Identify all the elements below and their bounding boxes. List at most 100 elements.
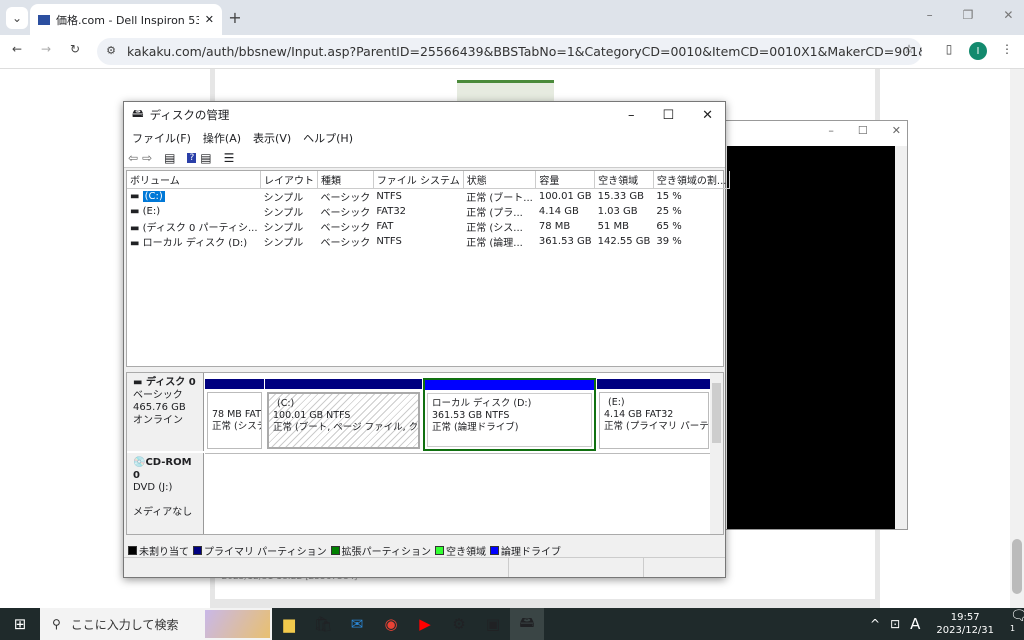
search-placeholder: ここに入力して検索 — [70, 617, 179, 632]
start-button[interactable]: ⊞ — [0, 608, 40, 640]
console-window[interactable]: – ☐ ✕ — [720, 120, 908, 530]
menu-view[interactable]: 表示(V) — [253, 130, 291, 146]
table-row[interactable]: ▬ (ディスク 0 パーティシ... シンプル ベーシック FAT 正常 (シス... 7… — [127, 219, 730, 234]
properties-icon[interactable]: ☰ — [224, 151, 235, 165]
bookmark-star-icon[interactable]: ☆ — [900, 42, 918, 56]
volume-icon: ▬ — [130, 191, 143, 202]
volume-icon: ▬ — [130, 223, 143, 234]
cell: 正常 (シス... — [466, 223, 523, 234]
site-info-icon[interactable]: ⚙ — [103, 44, 119, 57]
col-filesystem[interactable]: ファイル システム — [373, 171, 464, 189]
disk-size: 465.76 GB — [133, 402, 186, 413]
disk0-label[interactable]: ▬ ディスク 0 ベーシック 465.76 GB オンライン — [127, 373, 204, 451]
back-icon[interactable]: ⇦ — [128, 151, 138, 165]
menu-action[interactable]: 操作(A) — [203, 130, 241, 146]
close-tab-icon[interactable]: ✕ — [205, 13, 214, 26]
close-icon[interactable]: ✕ — [702, 108, 713, 123]
legend-item: 空き領域 — [435, 543, 486, 558]
page-image — [457, 80, 554, 102]
forward-icon[interactable]: ⇨ — [142, 151, 152, 165]
disk-name: ディスク 0 — [145, 377, 196, 388]
cell: 正常 (プラ... — [466, 208, 523, 219]
volume-list: ボリューム レイアウト 種類 ファイル システム 状態 容量 空き領域 空き領域… — [126, 170, 731, 367]
cell: FAT32 — [376, 206, 407, 217]
col-free-pct[interactable]: 空き領域の割... — [653, 171, 731, 189]
store-icon[interactable]: 🛍 — [306, 608, 340, 640]
action-pane-icon[interactable]: ▤ — [200, 151, 211, 165]
back-icon[interactable]: ← — [8, 42, 26, 56]
cdrom-label[interactable]: 💿CD-ROM 0 DVD (J:) メディアなし — [127, 453, 204, 534]
col-layout[interactable]: レイアウト — [260, 171, 318, 189]
partition-status: 正常 (システ — [212, 421, 262, 432]
col-free[interactable]: 空き領域 — [594, 171, 654, 189]
col-type[interactable]: 種類 — [317, 171, 374, 189]
disk-management-taskbar-icon[interactable]: 🖴 — [510, 608, 544, 640]
table-row[interactable]: ▬ ローカル ディスク (D:) シンプル ベーシック NTFS 正常 (論理... 36… — [127, 234, 730, 249]
col-volume[interactable]: ボリューム — [127, 171, 261, 189]
partition-size: 100.01 GB NTFS — [273, 410, 351, 421]
cell: 39 % — [656, 236, 682, 247]
window-controls[interactable]: – ❐ ✕ — [920, 8, 1020, 22]
cell: 1.03 GB — [597, 206, 638, 217]
address-bar[interactable]: kakaku.com/auth/bbsnew/Input.asp?ParentI… — [97, 38, 922, 65]
help-icon[interactable]: ? — [187, 152, 197, 163]
close-icon[interactable]: ✕ — [892, 124, 901, 137]
page-scrollbar[interactable] — [1010, 69, 1024, 608]
favicon-icon — [38, 14, 50, 25]
terminal-icon[interactable]: ▣ — [476, 608, 510, 640]
browser-tab[interactable]: 価格.com - Dell Inspiron 530 ク ✕ — [30, 4, 222, 35]
partition-d[interactable]: ローカル ディスク (D:) 361.53 GB NTFS 正常 (論理ドライブ) — [423, 378, 596, 451]
restore-icon[interactable]: ❐ — [963, 8, 974, 22]
maximize-icon[interactable]: ☐ — [662, 108, 674, 123]
cell: NTFS — [376, 191, 402, 202]
minimize-icon[interactable]: – — [927, 8, 933, 22]
app-icon[interactable]: ⚙ — [442, 608, 476, 640]
col-status[interactable]: 状態 — [463, 171, 537, 189]
side-panel-icon[interactable]: ▯ — [940, 42, 958, 56]
time: 19:57 — [950, 612, 980, 623]
partition-name: (E:) — [608, 397, 625, 408]
legend-item: プライマリ パーティション — [193, 543, 327, 558]
youtube-icon[interactable]: ▶ — [408, 608, 442, 640]
cell: (C:) — [142, 191, 165, 202]
col-capacity[interactable]: 容量 — [535, 171, 596, 189]
cdrom-type: DVD (J:) — [133, 482, 173, 493]
notification-count: 1 — [1010, 623, 1016, 633]
legend: 未割り当て プライマリ パーティション 拡張パーティション 空き領域 論理ドライ… — [128, 543, 561, 558]
close-icon[interactable]: ✕ — [1003, 8, 1013, 22]
tab-list-button[interactable]: ⌄ — [6, 7, 28, 29]
table-row[interactable]: ▬ (C:) シンプル ベーシック NTFS 正常 (ブート... 100.01 GB 15… — [127, 189, 730, 204]
cell: ベーシック — [320, 238, 371, 249]
show-hidden-icons[interactable]: ^ — [870, 617, 880, 631]
menu-file[interactable]: ファイル(F) — [132, 130, 191, 146]
partition-e[interactable]: (E:)4.14 GB FAT32正常 (プライマリ パーティショ — [597, 379, 711, 451]
clock[interactable]: 19:57 2023/12/31 — [936, 611, 994, 637]
menu-icon[interactable]: ⋮ — [1000, 42, 1014, 56]
forward-icon[interactable]: → — [37, 42, 55, 56]
ime-indicator[interactable]: A — [910, 615, 920, 633]
notification-icon[interactable]: 🗨1 — [1010, 608, 1024, 640]
maximize-icon[interactable]: ☐ — [858, 124, 868, 137]
profile-avatar[interactable]: I — [969, 42, 987, 60]
table-row[interactable]: ▬ (E:) シンプル ベーシック FAT32 正常 (プラ... 4.14 GB 1.03… — [127, 204, 730, 219]
menu-help[interactable]: ヘルプ(H) — [303, 130, 353, 146]
minimize-icon[interactable]: – — [628, 108, 635, 123]
file-explorer-icon[interactable]: ▆ — [272, 608, 306, 640]
column-headers: ボリューム レイアウト 種類 ファイル システム 状態 容量 空き領域 空き領域… — [127, 171, 731, 189]
cdrom-status: メディアなし — [133, 507, 193, 518]
console-scrollbar[interactable] — [895, 146, 907, 529]
partition-c[interactable]: (C:)100.01 GB NTFS正常 (ブート, ページ ファイル, クラッ… — [265, 379, 422, 451]
legend-item: 拡張パーティション — [330, 543, 431, 558]
network-icon[interactable]: ⊡ — [890, 617, 900, 631]
disk-map-scrollbar[interactable] — [710, 373, 723, 534]
partition-system[interactable]: 78 MB FAT 正常 (システ — [205, 379, 264, 451]
new-tab-button[interactable]: + — [226, 8, 244, 27]
chrome-icon[interactable]: ◉ — [374, 608, 408, 640]
mail-icon[interactable]: ✉ — [340, 608, 374, 640]
date: 2023/12/31 — [936, 625, 995, 636]
reload-icon[interactable]: ↻ — [66, 42, 84, 56]
minimize-icon[interactable]: – — [828, 124, 834, 137]
disk-icon: 🖴 — [132, 105, 144, 120]
cell: ローカル ディスク (D:) — [142, 238, 248, 249]
console-tree-icon[interactable]: ▤ — [164, 151, 175, 165]
